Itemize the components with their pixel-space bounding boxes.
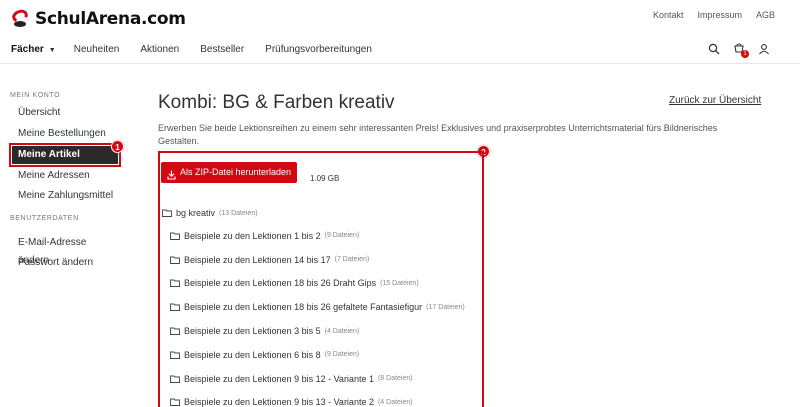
download-size: 1.09 GB (310, 174, 340, 183)
sidebar-item-uebersicht[interactable]: Übersicht (10, 104, 120, 125)
file-count: (17 Dateien) (426, 303, 465, 311)
sidebar-heading-konto: MEIN KONTO (10, 92, 61, 99)
header-divider (0, 63, 800, 64)
product-description: Erwerben Sie beide Lektionsreihen zu ein… (158, 123, 718, 146)
page-title: Kombi: BG & Farben kreativ (158, 92, 395, 113)
nav-bestseller[interactable]: Bestseller (200, 44, 244, 55)
download-panel: Als ZIP-Datei herunterladen 1.09 GB bg k… (158, 151, 484, 407)
header-icons: 1 (708, 42, 770, 58)
folder-name: Beispiele zu den Lektionen 18 bis 26 Dra… (184, 278, 377, 289)
annotation-marker-1: 1 (111, 140, 124, 153)
main-nav: Fächer ▼ Neuheiten Aktionen Bestseller Pr… (11, 44, 393, 55)
account-sidebar: MEIN KONTO Übersicht Meine Bestellungen … (9, 92, 121, 275)
sidebar-item-passwort[interactable]: Passwort ändern (10, 254, 120, 275)
nav-pruefungsvorbereitungen[interactable]: Prüfungsvorbereitungen (265, 44, 372, 55)
tree-folder[interactable]: Beispiele zu den Lektionen 18 bis 26 gef… (162, 295, 482, 319)
tree-folder[interactable]: Beispiele zu den Lektionen 3 bis 5 (4 Da… (162, 319, 482, 343)
tree-folder[interactable]: Beispiele zu den Lektionen 9 bis 12 - Va… (162, 367, 482, 391)
link-impressum[interactable]: Impressum (697, 10, 742, 20)
nav-neuheiten[interactable]: Neuheiten (74, 44, 120, 55)
folder-icon (162, 209, 172, 217)
tree-folder[interactable]: Beispiele zu den Lektionen 14 bis 17 (7 … (162, 248, 482, 272)
file-count: (8 Dateien) (377, 375, 413, 383)
sidebar-item-email[interactable]: E-Mail-Adresse ändern (10, 234, 120, 266)
folder-name: Beispiele zu den Lektionen 14 bis 17 (184, 254, 331, 265)
file-count: (4 Dateien) (324, 327, 360, 335)
folder-name: Beispiele zu den Lektionen 1 bis 2 (184, 230, 321, 241)
file-tree: bg kreativ (13 Dateien) Beispiele zu den… (162, 202, 482, 407)
folder-name: Beispiele zu den Lektionen 9 bis 12 - Va… (184, 373, 374, 384)
file-count: (9 Dateien) (324, 232, 360, 240)
folder-name: bg kreativ (176, 208, 216, 218)
download-icon (167, 167, 176, 180)
cart-badge: 1 (741, 50, 749, 58)
folder-icon (170, 280, 180, 288)
file-count: (9 Dateien) (324, 351, 360, 359)
file-count: (4 Dateien) (377, 398, 413, 406)
sidebar-item-adressen[interactable]: Meine Adressen (10, 167, 120, 188)
tree-folder[interactable]: Beispiele zu den Lektionen 9 bis 13 - Va… (162, 391, 482, 407)
main-content: Kombi: BG & Farben kreativ Zurück zur Üb… (158, 92, 761, 146)
user-icon[interactable] (758, 42, 770, 55)
file-count: (13 Dateien) (219, 209, 258, 217)
site-logo[interactable]: SchulArena.com (10, 7, 186, 30)
folder-icon (170, 375, 180, 383)
zip-download-button[interactable]: Als ZIP-Datei herunterladen (161, 162, 298, 183)
folder-name: Beispiele zu den Lektionen 9 bis 13 - Va… (184, 397, 374, 407)
tree-folder[interactable]: Beispiele zu den Lektionen 6 bis 8 (9 Da… (162, 343, 482, 367)
zip-download-label: Als ZIP-Datei herunterladen (180, 167, 292, 177)
search-icon[interactable] (708, 42, 720, 55)
folder-icon (170, 232, 180, 240)
logo-text: SchulArena.com (35, 9, 186, 29)
link-kontakt[interactable]: Kontakt (653, 10, 684, 20)
logo-icon (10, 7, 32, 30)
tree-folder-root[interactable]: bg kreativ (13 Dateien) (162, 202, 482, 224)
sidebar-item-artikel[interactable]: Meine Artikel (9, 143, 121, 167)
folder-icon (170, 327, 180, 336)
tree-folder[interactable]: Beispiele zu den Lektionen 18 bis 26 Dra… (162, 272, 482, 296)
link-agb[interactable]: AGB (756, 10, 775, 20)
tree-folder[interactable]: Beispiele zu den Lektionen 1 bis 2 (9 Da… (162, 224, 482, 248)
folder-icon (170, 303, 180, 312)
folder-name: Beispiele zu den Lektionen 6 bis 8 (184, 349, 321, 360)
folder-icon (170, 399, 180, 407)
folder-icon (170, 256, 180, 264)
sidebar-item-zahlungsmittel[interactable]: Meine Zahlungsmittel (10, 187, 120, 208)
chevron-down-icon: ▼ (48, 47, 56, 54)
sidebar-heading-benutzerdaten: BENUTZERDATEN (10, 214, 79, 222)
nav-faecher[interactable]: Fächer ▼ (11, 44, 56, 55)
cart-icon[interactable]: 1 (733, 42, 749, 58)
top-links: Kontakt Impressum AGB (653, 10, 775, 20)
file-count: (15 Dateien) (380, 279, 419, 287)
folder-name: Beispiele zu den Lektionen 18 bis 26 gef… (184, 302, 423, 313)
folder-name: Beispiele zu den Lektionen 3 bis 5 (184, 326, 321, 337)
file-count: (7 Dateien) (334, 256, 370, 264)
back-to-overview-link[interactable]: Zurück zur Übersicht (669, 95, 761, 106)
sidebar-item-bestellungen[interactable]: Meine Bestellungen (10, 125, 120, 146)
nav-aktionen[interactable]: Aktionen (140, 44, 179, 55)
folder-icon (170, 351, 180, 359)
